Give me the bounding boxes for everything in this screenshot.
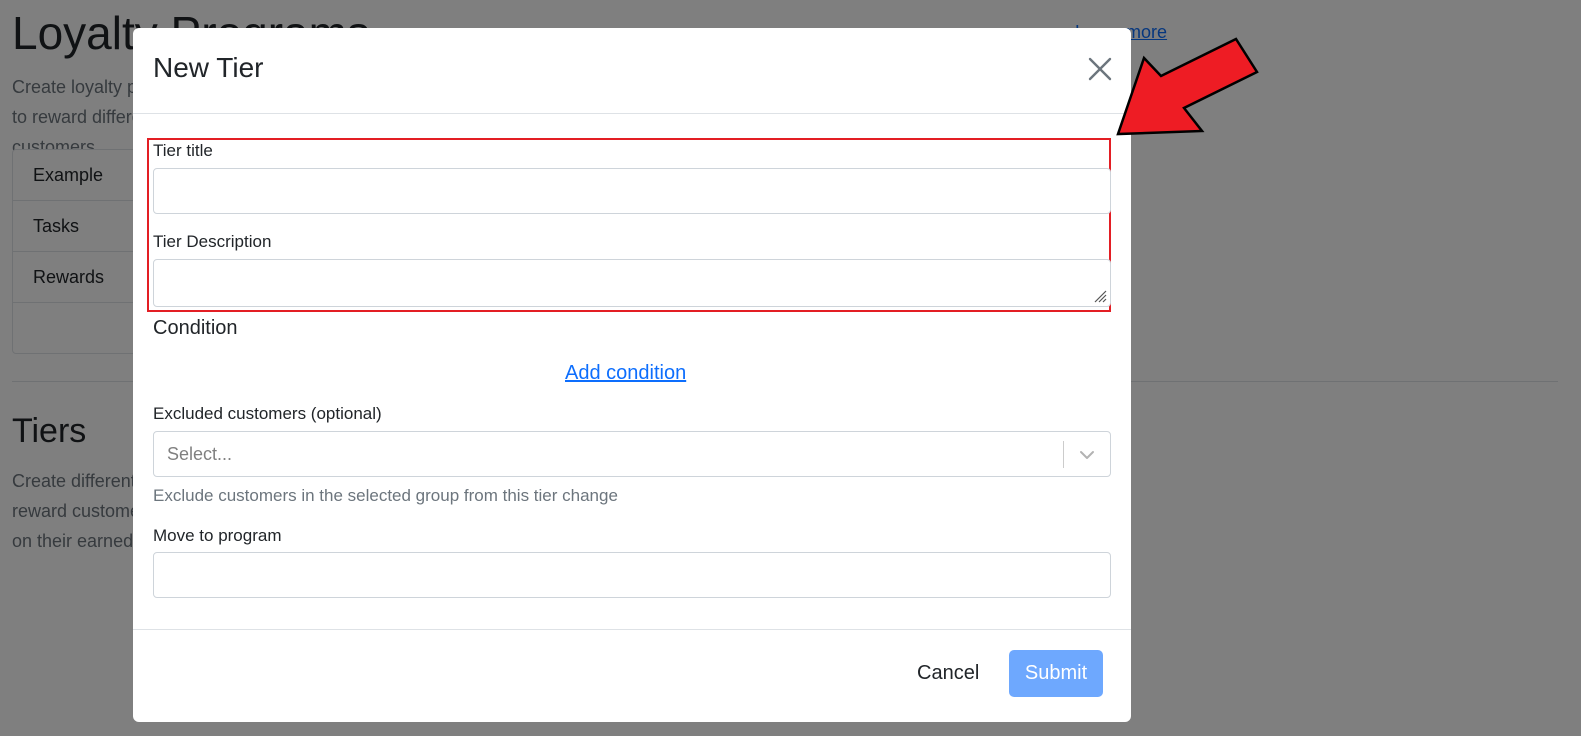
excluded-customers-select[interactable]: Select... xyxy=(153,431,1111,477)
new-tier-modal: New Tier Tier title Tier Description Con… xyxy=(133,28,1131,722)
modal-header: New Tier xyxy=(133,28,1131,114)
arrow-icon xyxy=(1116,37,1259,136)
submit-button[interactable]: Submit xyxy=(1009,650,1103,697)
excluded-customers-help: Exclude customers in the selected group … xyxy=(153,486,618,505)
tier-title-label: Tier title xyxy=(153,141,213,160)
resize-handle-icon[interactable] xyxy=(1093,289,1107,303)
modal-body: Tier title Tier Description Condition Ad… xyxy=(133,114,1131,662)
tier-description-label: Tier Description xyxy=(153,232,272,251)
page: Loyalty Programs Create loyalty programs… xyxy=(0,0,1581,736)
add-condition-link[interactable]: Add condition xyxy=(565,362,686,385)
cancel-button[interactable]: Cancel xyxy=(911,662,985,685)
modal-footer: Cancel Submit xyxy=(133,629,1131,723)
move-to-program-label: Move to program xyxy=(153,526,282,545)
excluded-customers-label: Excluded customers (optional) xyxy=(153,404,382,423)
tier-title-input[interactable] xyxy=(153,168,1111,214)
tier-description-textarea[interactable] xyxy=(153,259,1111,307)
select-separator xyxy=(1063,441,1064,468)
move-to-program-input[interactable] xyxy=(153,552,1111,598)
chevron-down-icon[interactable] xyxy=(1078,446,1096,464)
excluded-customers-placeholder: Select... xyxy=(167,444,233,464)
modal-title: New Tier xyxy=(153,52,264,83)
condition-heading: Condition xyxy=(153,317,238,339)
